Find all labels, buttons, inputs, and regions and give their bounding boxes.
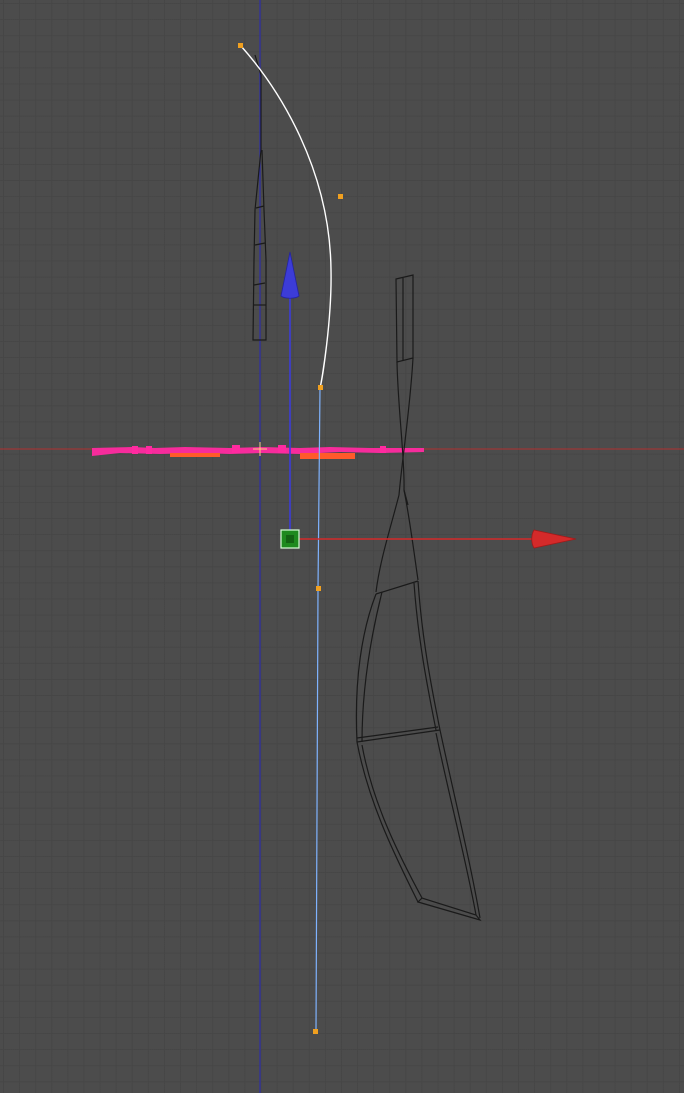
arrow-up-icon[interactable] bbox=[280, 251, 300, 299]
curve-handle-1[interactable] bbox=[338, 194, 343, 199]
blade-wireframe-mesh[interactable] bbox=[355, 274, 482, 922]
curve-point-2[interactable] bbox=[318, 385, 323, 390]
3d-viewport[interactable] bbox=[0, 0, 684, 1093]
3d-cursor-icon bbox=[253, 442, 267, 456]
curve-path[interactable] bbox=[315, 387, 321, 1032]
curve-point-4[interactable] bbox=[313, 1029, 318, 1034]
arrow-right-icon[interactable] bbox=[531, 529, 577, 549]
viewport-scene[interactable] bbox=[0, 0, 684, 1093]
curve-point-1[interactable] bbox=[238, 43, 243, 48]
weight-paint-strip bbox=[92, 445, 424, 459]
transform-gizmo[interactable] bbox=[280, 251, 577, 549]
curve-point-3[interactable] bbox=[316, 586, 321, 591]
